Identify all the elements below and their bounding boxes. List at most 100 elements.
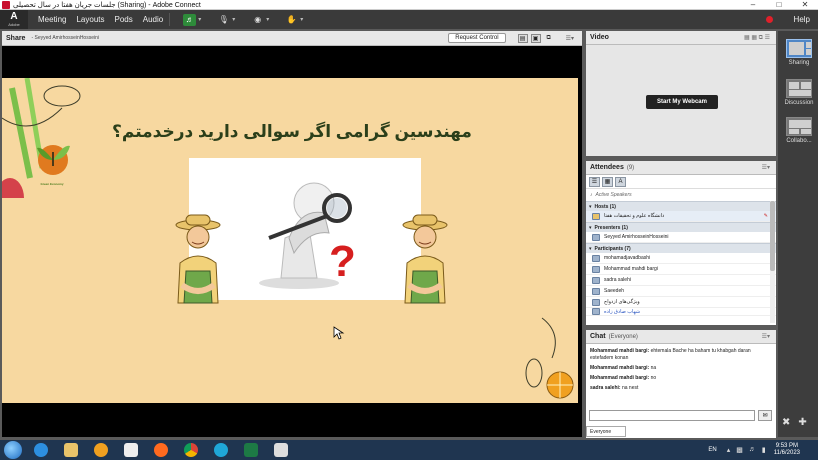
menu-pods[interactable]: Pods <box>115 15 133 24</box>
chevron-down-icon[interactable]: ▾ <box>300 16 303 23</box>
attendees-pod-title: Attendees <box>590 164 624 171</box>
chat-tab-everyone[interactable]: Everyone <box>586 426 626 437</box>
attendees-pod: Attendees (9) ☰▾ ☰ ▦ A ♪ Active Speakers… <box>586 161 776 325</box>
presenters-header-label: Presenters (1) <box>594 224 628 231</box>
pod-menu-icon[interactable]: ☰▾ <box>566 35 574 42</box>
pod-menu-icon[interactable]: ▦ ▦ ⧉ ☰ <box>744 34 770 42</box>
layout-discussion-icon <box>786 79 812 98</box>
webcam-icon: ◉ <box>254 15 262 24</box>
view-normal-icon[interactable]: ▤ <box>517 33 528 43</box>
svg-text:?: ? <box>329 237 356 286</box>
clock[interactable]: 9:53 PM 11/6/2023 <box>774 443 800 457</box>
taskbar-ie[interactable] <box>28 441 54 459</box>
layout-sharing-icon <box>786 39 812 58</box>
chevron-down-icon[interactable]: ▾ <box>198 16 201 23</box>
participant-row[interactable]: شهاب صادق زاده <box>586 308 776 316</box>
folder-icon <box>64 443 78 457</box>
excel-icon <box>244 443 258 457</box>
recording-indicator-icon[interactable] <box>765 16 773 23</box>
taskbar-edge[interactable] <box>208 441 234 459</box>
speaker-toggle[interactable]: ♬ ▾ <box>180 12 204 27</box>
raise-hand-toggle[interactable]: ✋ ▾ <box>282 12 306 27</box>
start-button[interactable] <box>4 441 22 459</box>
menu-divider <box>169 13 171 26</box>
maximize-icon[interactable]: □ <box>766 0 792 10</box>
menu-meeting[interactable]: Meeting <box>38 15 66 24</box>
internet-explorer-icon <box>34 443 48 457</box>
menu-audio[interactable]: Audio <box>143 15 163 24</box>
taskbar-firefox[interactable] <box>148 441 174 459</box>
clock-date: 11/6/2023 <box>773 450 800 456</box>
chat-sender: Mohammad mahdi bargi: <box>590 375 650 381</box>
presenter-user-icon <box>592 233 600 241</box>
chat-input[interactable] <box>589 410 755 421</box>
taskbar-calendar[interactable] <box>118 441 144 459</box>
request-control-button[interactable]: Request Control <box>448 33 506 43</box>
host-user-icon <box>592 212 600 220</box>
send-message-icon[interactable]: ✉ <box>758 410 772 421</box>
scrollbar-thumb[interactable] <box>770 201 775 271</box>
participant-user-icon <box>592 287 600 295</box>
host-row[interactable]: دانشگاه علوم و تحقیقات هفتا ✎ <box>586 211 776 222</box>
calendar-icon <box>124 443 138 457</box>
chat-pod-title: Chat <box>590 333 606 340</box>
layout-discussion-label: Discussion <box>784 100 814 106</box>
slide-heading: مهندسین گرامی اگر سوالی دارید درخدمتم؟ <box>112 122 472 141</box>
participant-row[interactable]: sadra salehi <box>586 275 776 286</box>
taskbar-chrome[interactable] <box>178 441 204 459</box>
media-player-icon <box>94 443 108 457</box>
layout-sharing[interactable]: Sharing <box>782 39 816 66</box>
presenter-row[interactable]: Seyyed AmirhosseinHosseini <box>586 232 776 243</box>
microphone-toggle[interactable]: 🎙 ▾ <box>214 12 238 27</box>
view-fit-icon[interactable]: ▣ <box>530 33 541 43</box>
speaker-icon: ♪ <box>590 192 593 198</box>
green-economy-logo-icon <box>37 145 70 175</box>
participants-section-header[interactable]: ▾ Participants (7) <box>586 243 776 253</box>
language-indicator[interactable]: EN <box>708 447 716 453</box>
chat-message: Mohammad mahdi bargi: no <box>590 375 772 382</box>
chat-message: Mohammad mahdi bargi: na <box>590 365 772 372</box>
menu-layouts[interactable]: Layouts <box>76 15 104 24</box>
firefox-icon <box>154 443 168 457</box>
participant-row[interactable]: ویژگی‌های ازدواج <box>586 297 776 308</box>
add-layout-icon[interactable]: ✚ <box>798 417 806 428</box>
taskbar-excel[interactable] <box>238 441 264 459</box>
pod-menu-icon[interactable]: ☰▾ <box>762 164 770 171</box>
volume-icon[interactable]: ♬ <box>749 446 756 454</box>
network-icon[interactable]: ▩ <box>736 446 743 454</box>
presenters-section-header[interactable]: ▾ Presenters (1) <box>586 222 776 232</box>
pod-menu-icon[interactable]: ☰▾ <box>762 333 770 340</box>
chevron-down-icon[interactable]: ▾ <box>266 16 269 23</box>
chevron-down-icon: ▾ <box>589 203 592 210</box>
hosts-section-header[interactable]: ▾ Hosts (1) <box>586 201 776 211</box>
rail-tools: ✖ ✚ <box>782 417 807 428</box>
adobe-app-icon <box>2 0 10 9</box>
speaker-icon: ♬ <box>183 13 197 26</box>
participant-row[interactable]: Mohammad mahdi bargi <box>586 264 776 275</box>
windows-taskbar: EN ▴ ▩ ♬ ▮ 9:53 PM 11/6/2023 <box>0 440 818 460</box>
taskbar-media[interactable] <box>88 441 114 459</box>
list-view-icon[interactable]: ☰ <box>589 176 600 187</box>
participant-row[interactable]: Saeedeh <box>586 286 776 297</box>
tools-icon[interactable]: ✖ <box>782 417 790 428</box>
chevron-down-icon[interactable]: ▾ <box>232 16 235 23</box>
close-icon[interactable]: ✕ <box>792 0 818 10</box>
participant-row[interactable]: mohamadjavadbashi <box>586 253 776 264</box>
taskbar-explorer[interactable] <box>58 441 84 459</box>
start-webcam-button[interactable]: Start My Webcam <box>646 95 718 109</box>
active-speakers: ♪ Active Speakers <box>586 189 776 201</box>
fullscreen-icon[interactable]: ⧉ <box>544 34 554 43</box>
layout-discussion[interactable]: Discussion <box>782 79 816 106</box>
power-icon[interactable]: ▮ <box>762 446 766 454</box>
status-view-icon[interactable]: ▦ <box>602 176 613 187</box>
menu-help[interactable]: Help <box>794 15 810 24</box>
webcam-toggle[interactable]: ◉ ▾ <box>248 12 272 27</box>
layout-collaboration[interactable]: Collabo... <box>782 117 816 144</box>
farmer-left-icon <box>175 214 221 304</box>
attendees-scrollbar[interactable] <box>770 201 775 323</box>
taskbar-document[interactable] <box>268 441 294 459</box>
minimize-icon[interactable]: – <box>740 0 766 10</box>
sort-icon[interactable]: A <box>615 176 626 187</box>
window-titlebar: جلسات جریان هفتا در سال تحصیلی (Sharing)… <box>0 0 818 10</box>
chevron-up-icon[interactable]: ▴ <box>727 446 731 454</box>
